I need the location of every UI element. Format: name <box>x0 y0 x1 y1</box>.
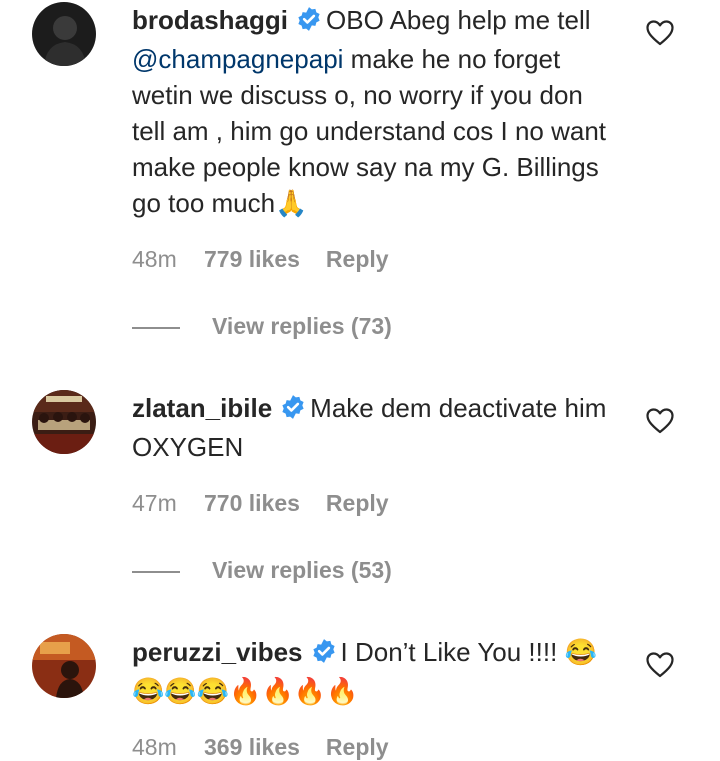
mention-link[interactable]: @champagnepapi <box>132 44 343 74</box>
replies-divider-line <box>132 570 180 573</box>
avatar[interactable] <box>32 390 96 454</box>
timestamp: 47m <box>132 490 177 516</box>
comment-body: zlatan_ibile Make dem deactivate him OXYG… <box>132 390 622 465</box>
avatar[interactable] <box>32 634 96 698</box>
avatar[interactable] <box>32 2 96 66</box>
heart-outline-icon[interactable] <box>646 652 674 683</box>
view-replies-button[interactable]: View replies (53) <box>132 557 392 584</box>
heart-outline-icon[interactable] <box>646 408 674 439</box>
reply-button[interactable]: Reply <box>326 734 389 761</box>
comment-peruzzi-vibes: peruzzi_vibes I Don’t Like You !!!! 😂😂😂😂🔥… <box>0 632 720 760</box>
comment-meta: 47m 770 likes Reply <box>132 490 389 517</box>
view-replies-label: View replies (53) <box>212 557 392 583</box>
view-replies-button[interactable]: View replies (73) <box>132 313 392 340</box>
reply-button[interactable]: Reply <box>326 490 389 517</box>
comment-text: OBO Abeg help me tell <box>326 5 591 35</box>
comment-zlatan-ibile: zlatan_ibile Make dem deactivate him OXYG… <box>0 388 720 608</box>
verified-badge-icon <box>311 637 337 673</box>
comment-brodashaggi: brodashaggi OBO Abeg help me tell @champa… <box>0 0 720 360</box>
username[interactable]: zlatan_ibile <box>132 393 272 423</box>
username[interactable]: brodashaggi <box>132 5 288 35</box>
verified-badge-icon <box>280 393 306 429</box>
comment-meta: 48m 369 likes Reply <box>132 734 389 761</box>
verified-badge-icon <box>296 5 322 41</box>
likes-count[interactable]: 369 likes <box>204 734 300 761</box>
likes-count[interactable]: 779 likes <box>204 246 300 273</box>
username[interactable]: peruzzi_vibes <box>132 637 303 667</box>
comment-body: peruzzi_vibes I Don’t Like You !!!! 😂😂😂😂🔥… <box>132 634 622 709</box>
comment-meta: 48m 779 likes Reply <box>132 246 389 273</box>
timestamp: 48m <box>132 246 177 272</box>
view-replies-label: View replies (73) <box>212 313 392 339</box>
timestamp: 48m <box>132 734 177 760</box>
likes-count[interactable]: 770 likes <box>204 490 300 517</box>
reply-button[interactable]: Reply <box>326 246 389 273</box>
heart-outline-icon[interactable] <box>646 20 674 51</box>
comment-body: brodashaggi OBO Abeg help me tell @champa… <box>132 2 622 221</box>
replies-divider-line <box>132 326 180 329</box>
